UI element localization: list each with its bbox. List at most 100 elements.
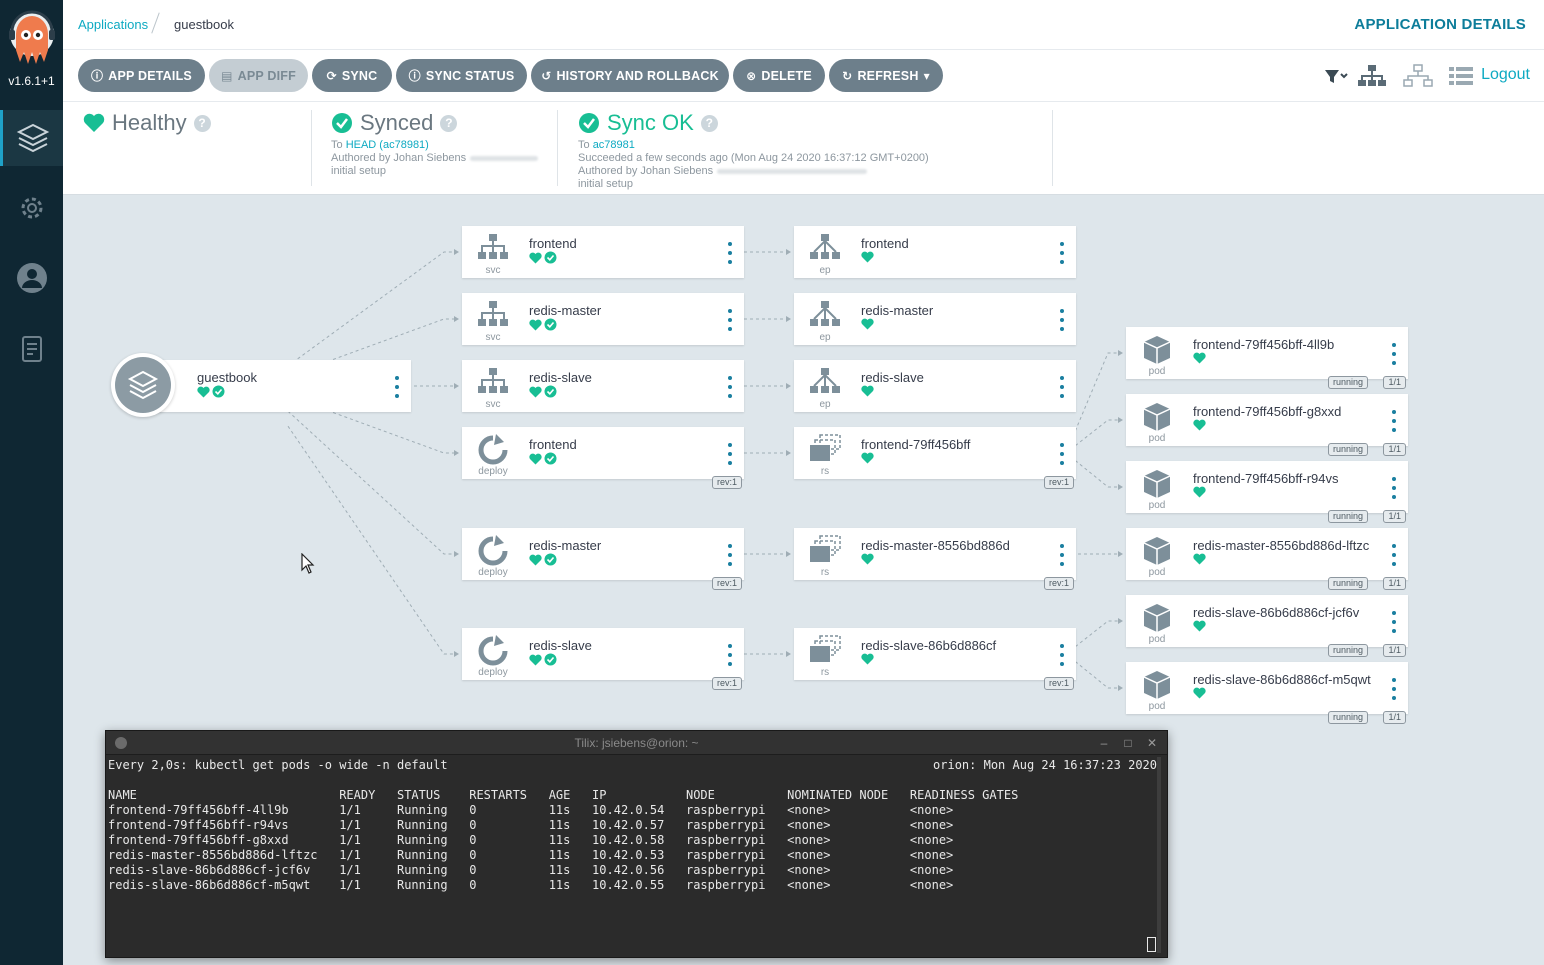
- ep-node[interactable]: ep redis-slave: [794, 360, 1076, 412]
- deploy-node[interactable]: deploy redis-slave rev:1: [462, 628, 744, 690]
- maximize-icon[interactable]: □: [1119, 734, 1137, 752]
- node-menu-icon[interactable]: [1058, 309, 1066, 331]
- terminal-window[interactable]: Tilix: jsiebens@orion: ~ – □ ✕ Every 2,0…: [105, 730, 1168, 958]
- help-icon[interactable]: ?: [700, 114, 718, 132]
- kind-label: ep: [819, 265, 831, 276]
- history-rollback-button[interactable]: ↺ HISTORY AND ROLLBACK: [531, 59, 729, 92]
- node-menu-icon[interactable]: [1390, 544, 1398, 566]
- node-menu-icon[interactable]: [726, 644, 734, 666]
- resource-name: redis-master: [529, 538, 602, 553]
- sync-button[interactable]: ⟳ SYNC: [312, 59, 392, 92]
- application-name: guestbook: [197, 370, 257, 385]
- pod-state-tag: running: [1327, 376, 1368, 389]
- tree-view-button[interactable]: [1356, 64, 1388, 88]
- node-menu-icon[interactable]: [393, 376, 401, 398]
- argo-logo[interactable]: [8, 10, 56, 68]
- list-view-button[interactable]: [1448, 64, 1474, 88]
- nav-applications[interactable]: [0, 110, 63, 166]
- node-menu-icon[interactable]: [1058, 376, 1066, 398]
- node-menu-icon[interactable]: [726, 309, 734, 331]
- node-menu-icon[interactable]: [1058, 544, 1066, 566]
- delete-button[interactable]: ⊗ DELETE: [733, 59, 825, 92]
- deploy-node[interactable]: deploy redis-master rev:1: [462, 528, 744, 590]
- network-view-button[interactable]: [1402, 64, 1434, 88]
- node-menu-icon[interactable]: [726, 443, 734, 465]
- app-root: v1.6.1+1 Applications guestbook APPLICAT…: [0, 0, 1544, 965]
- app-details-button[interactable]: ⓘ APP DETAILS: [78, 59, 205, 92]
- revision-link[interactable]: ac78981: [593, 139, 635, 151]
- node-menu-icon[interactable]: [726, 544, 734, 566]
- resource-status: [1193, 419, 1206, 431]
- node-menu-icon[interactable]: [1390, 611, 1398, 633]
- edge-arrow: [454, 383, 459, 389]
- ep-node[interactable]: ep redis-master: [794, 293, 1076, 345]
- resource-name: redis-master-8556bd886d: [861, 538, 1010, 553]
- pod-ready-tag: 1/1: [1383, 443, 1406, 456]
- nav-docs[interactable]: [0, 322, 63, 378]
- node-menu-icon[interactable]: [1390, 343, 1398, 365]
- pod-node[interactable]: pod redis-slave-86b6d886cf-m5qwt running 1/…: [1126, 662, 1408, 724]
- caret-down-icon: ▾: [923, 68, 930, 83]
- rs-node[interactable]: rs redis-master-8556bd886d rev:1: [794, 528, 1076, 590]
- app-diff-button[interactable]: ▤ APP DIFF: [209, 59, 308, 92]
- node-menu-icon[interactable]: [1390, 678, 1398, 700]
- node-menu-icon[interactable]: [1390, 410, 1398, 432]
- node-menu-icon[interactable]: [1058, 644, 1066, 666]
- rs-node[interactable]: rs redis-slave-86b6d886cf rev:1: [794, 628, 1076, 690]
- redacted-email: [717, 168, 868, 174]
- node-menu-icon[interactable]: [1058, 443, 1066, 465]
- kind-label: pod: [1148, 433, 1166, 444]
- pod-ready-tag: 1/1: [1383, 577, 1406, 590]
- terminal-scrollbar[interactable]: [1157, 757, 1161, 953]
- rs-icon: [802, 635, 848, 670]
- ep-node[interactable]: ep frontend: [794, 226, 1076, 278]
- kind-label: ep: [819, 399, 831, 410]
- node-menu-icon[interactable]: [726, 376, 734, 398]
- help-icon[interactable]: ?: [440, 114, 458, 132]
- refresh-button[interactable]: ↻ REFRESH ▾: [829, 59, 943, 92]
- nav-user[interactable]: [0, 250, 63, 306]
- tree-view-icon: [1358, 65, 1386, 86]
- svc-node[interactable]: svc redis-slave: [462, 360, 744, 412]
- pod-node[interactable]: pod frontend-79ff456bff-r94vs running 1/1: [1126, 461, 1408, 523]
- status-panel: Healthy ? Synced ? To HEAD (ac78981) Aut…: [63, 102, 1544, 195]
- application-icon: [111, 353, 175, 417]
- kind-label: deploy: [478, 567, 508, 578]
- nav-settings[interactable]: [0, 180, 63, 236]
- minimize-icon[interactable]: –: [1095, 734, 1113, 752]
- help-icon[interactable]: ?: [193, 114, 211, 132]
- svc-node[interactable]: svc redis-master: [462, 293, 744, 345]
- breadcrumb-applications[interactable]: Applications: [78, 17, 148, 32]
- pod-node[interactable]: pod redis-master-8556bd886d-lftzc running 1…: [1126, 528, 1408, 590]
- author-text: Authored by Johan Siebens: [331, 152, 467, 164]
- synced-check-icon: [544, 318, 557, 331]
- watch-host-time: orion: Mon Aug 24 16:37:23 2020: [933, 758, 1157, 772]
- watch-command: Every 2,0s: kubectl get pods -o wide -n …: [108, 758, 448, 772]
- rs-node[interactable]: rs frontend-79ff456bff rev:1: [794, 427, 1076, 489]
- pod-node[interactable]: pod frontend-79ff456bff-4ll9b running 1/1: [1126, 327, 1408, 389]
- sync-status-button[interactable]: ⓘ SYNC STATUS: [396, 59, 527, 92]
- logout-link[interactable]: Logout: [1481, 66, 1530, 84]
- pod-node[interactable]: pod frontend-79ff456bff-g8xxd running 1/1: [1126, 394, 1408, 456]
- svc-node[interactable]: svc frontend: [462, 226, 744, 278]
- resource-name: redis-master: [861, 303, 934, 318]
- check-circle-icon: [332, 113, 352, 133]
- node-menu-icon[interactable]: [1390, 477, 1398, 499]
- filter-icon: [1325, 70, 1348, 83]
- kind-label: pod: [1148, 567, 1166, 578]
- revision-tag: rev:1: [1043, 677, 1074, 690]
- refresh-icon: ↻: [842, 68, 853, 83]
- pod-node[interactable]: pod redis-slave-86b6d886cf-jcf6v running 1/…: [1126, 595, 1408, 657]
- pod-state-tag: running: [1327, 510, 1368, 523]
- revision-link[interactable]: HEAD (ac78981): [346, 139, 429, 151]
- close-icon[interactable]: ✕: [1143, 734, 1161, 752]
- application-node[interactable]: guestbook: [111, 353, 411, 417]
- node-menu-icon[interactable]: [1058, 242, 1066, 264]
- resource-status: [861, 318, 874, 330]
- resource-name: redis-slave: [861, 370, 924, 385]
- edge-arrow: [454, 316, 459, 322]
- filter-dropdown[interactable]: [1323, 64, 1349, 88]
- node-menu-icon[interactable]: [726, 242, 734, 264]
- deploy-node[interactable]: deploy frontend rev:1: [462, 427, 744, 489]
- top-header: Applications guestbook APPLICATION DETAI…: [63, 0, 1544, 50]
